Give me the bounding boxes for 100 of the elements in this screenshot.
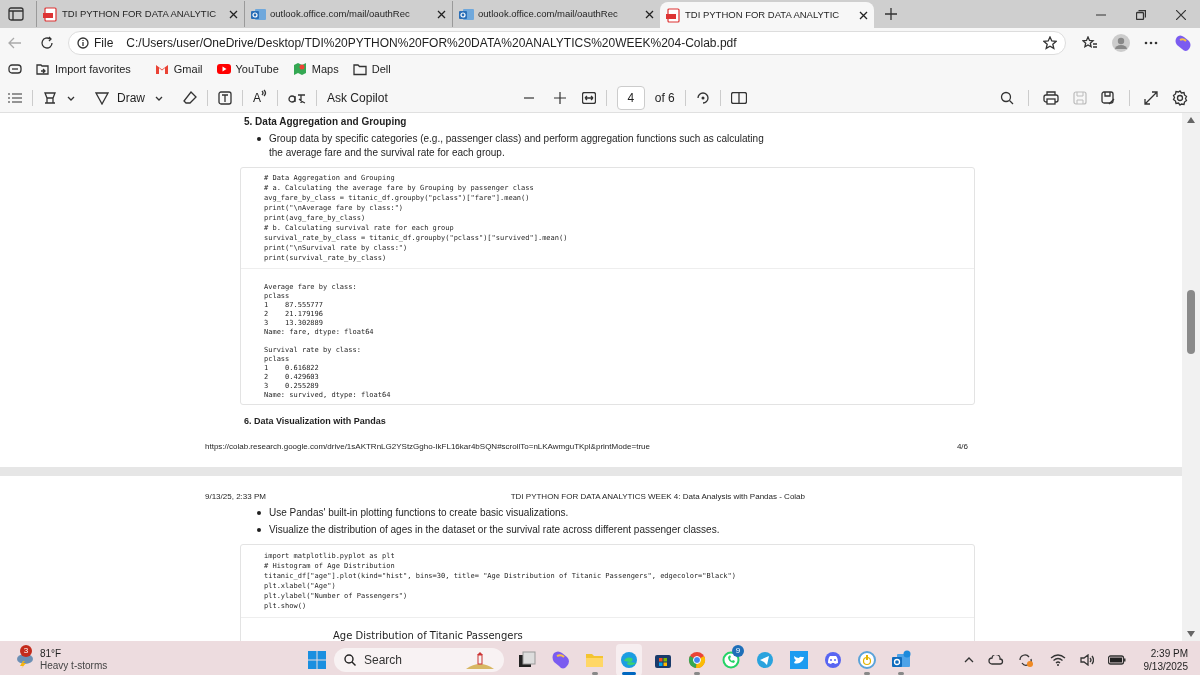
- scrollbar-thumb[interactable]: [1187, 290, 1195, 354]
- search-field[interactable]: Search: [334, 647, 504, 672]
- caret-icon[interactable]: [155, 95, 163, 101]
- scrollbar[interactable]: [1182, 113, 1200, 641]
- search-icon[interactable]: [1000, 91, 1014, 105]
- zoom-in-icon[interactable]: [553, 92, 566, 104]
- map-pin-icon: [292, 62, 307, 76]
- settings-icon[interactable]: [1172, 90, 1188, 106]
- browser-tab[interactable]: outlook.office.com/mail/oauthRec: [452, 1, 660, 27]
- bullet-text: Use Pandas' built-in plotting functions to create basic visualizations.: [269, 505, 569, 520]
- pdf-file-icon: [43, 6, 58, 22]
- info-icon: [77, 36, 89, 49]
- refresh-icon[interactable]: [40, 35, 54, 50]
- clock-date: 9/13/2025: [1143, 659, 1188, 673]
- scroll-down-icon[interactable]: [1187, 631, 1195, 637]
- restore-icon[interactable]: [1136, 10, 1146, 20]
- save-as-icon[interactable]: [1101, 91, 1115, 105]
- pdf-file-icon: [666, 7, 681, 23]
- print-icon[interactable]: [1043, 91, 1059, 105]
- cloud-icon[interactable]: [987, 654, 1004, 665]
- page-header-date: 9/13/25, 2:33 PM: [205, 490, 266, 503]
- sync-icon[interactable]: [1017, 651, 1034, 668]
- bullet-icon: [257, 137, 261, 141]
- favorites-icon[interactable]: [1082, 35, 1098, 50]
- folder-import-icon: [36, 62, 50, 76]
- address-field[interactable]: File C:/Users/user/OneDrive/Desktop/TDI%20PYTHON%20FOR%20DATA%20ANALYTICS%20WEEK%204-Colab.pdf: [68, 30, 1066, 55]
- bullet-text: Visualize the distribution of ages in the dataset or the survival rate across different passenger classes.: [269, 522, 720, 537]
- page-view-icon[interactable]: [730, 92, 747, 104]
- start-icon[interactable]: [308, 650, 326, 669]
- scroll-up-icon[interactable]: [1187, 117, 1195, 123]
- volume-icon[interactable]: [1079, 653, 1094, 666]
- paper-plane-icon: [755, 649, 775, 670]
- sidebar-icon[interactable]: [8, 7, 24, 21]
- browser-icon: [619, 649, 639, 670]
- power-ring-icon: [857, 649, 877, 670]
- page-header-title: TDI PYTHON FOR DATA ANALYTICS WEEK 4: Data Analysis with Pandas - Colab: [510, 490, 805, 503]
- notification-badge: 3: [20, 644, 32, 657]
- text-box-icon[interactable]: [218, 91, 232, 105]
- read-aloud-button[interactable]: A: [253, 89, 268, 107]
- eraser-icon[interactable]: [183, 91, 197, 105]
- search-icon: [344, 653, 356, 666]
- page-number-field[interactable]: 4: [616, 86, 645, 110]
- wifi-icon[interactable]: [1049, 653, 1066, 666]
- back-arrow-icon: [8, 36, 22, 49]
- bullet-icon: [257, 527, 261, 532]
- game-controller-icon: [823, 649, 843, 670]
- more-icon[interactable]: [1144, 40, 1158, 45]
- bookmark[interactable]: Dell: [352, 60, 391, 78]
- close-icon[interactable]: [229, 9, 238, 19]
- temperature: 81°F: [40, 647, 63, 660]
- copilot-icon: [551, 649, 571, 670]
- bookmark[interactable]: Maps: [292, 60, 339, 78]
- translate-icon[interactable]: [288, 92, 307, 104]
- star-icon[interactable]: [1043, 35, 1057, 50]
- caret-icon[interactable]: [67, 95, 75, 101]
- lighthouse-icon: [466, 650, 494, 669]
- bullet-text: Group data by specific categories (e.g., passenger class) and perform aggregation functions such as calculating the average fare and the survival rate for each group.: [269, 132, 765, 160]
- page-footer-url: https://colab.research.google.com/drive/1sAKTRnLG2YStzGgho-IkFL16kar4bSQN#scrollTo=nLKAwmguTKpl&printMode=true: [205, 440, 650, 453]
- bullet-icon: [257, 510, 261, 515]
- mail-app-icon: [459, 6, 474, 22]
- page-number: 4/6: [956, 440, 968, 453]
- taskbar-app[interactable]: 9: [718, 643, 744, 675]
- section-heading: 6. Data Visualization with Pandas: [244, 415, 387, 428]
- task-view-icon: [517, 649, 537, 670]
- weather-condition: Heavy t-storms: [40, 659, 108, 672]
- full-screen-icon[interactable]: [1144, 91, 1158, 105]
- rotate-icon[interactable]: [695, 91, 710, 105]
- chart-title: Age Distribution of Titanic Passengers: [333, 629, 523, 641]
- close-icon[interactable]: [1176, 10, 1186, 20]
- fit-width-icon[interactable]: [581, 92, 596, 104]
- browser-tab[interactable]: TDI PYTHON FOR DATA ANALYTIC: [660, 2, 874, 28]
- chevron-up-icon[interactable]: [963, 656, 974, 663]
- save-icon: [1073, 91, 1087, 105]
- contents-icon[interactable]: [8, 93, 22, 103]
- bird-icon: [789, 649, 809, 670]
- battery-icon[interactable]: [1107, 654, 1126, 665]
- page-count: of 6: [654, 90, 675, 107]
- browser-tab[interactable]: outlook.office.com/mail/oauthRec: [244, 1, 452, 27]
- draw-button[interactable]: Draw: [95, 89, 145, 107]
- bookmark[interactable]: YouTube: [216, 60, 279, 78]
- close-icon[interactable]: [645, 9, 654, 19]
- copilot-icon[interactable]: [1174, 33, 1192, 52]
- ask-copilot-button[interactable]: Ask Copilot: [327, 89, 388, 107]
- clock-time: 2:39 PM: [1150, 646, 1188, 660]
- sound-waves-icon: [261, 89, 268, 97]
- bookmark[interactable]: Gmail: [154, 60, 203, 78]
- notification-badge: 9: [732, 644, 744, 657]
- section-heading: 5. Data Aggregation and Grouping: [244, 115, 408, 129]
- new-tab-icon[interactable]: [884, 7, 898, 21]
- folder-icon: [352, 62, 367, 76]
- bookmark[interactable]: Import favorites: [36, 60, 131, 78]
- close-icon[interactable]: [437, 9, 446, 19]
- profile-avatar-icon[interactable]: [1112, 33, 1130, 52]
- collections-icon[interactable]: [8, 64, 22, 74]
- mail-app-icon: [891, 649, 911, 670]
- mail-icon: [154, 62, 169, 76]
- chrome-icon: [687, 649, 707, 670]
- close-icon[interactable]: [859, 10, 868, 20]
- browser-tab[interactable]: TDI PYTHON FOR DATA ANALYTIC: [36, 1, 244, 27]
- play-icon: [216, 62, 231, 76]
